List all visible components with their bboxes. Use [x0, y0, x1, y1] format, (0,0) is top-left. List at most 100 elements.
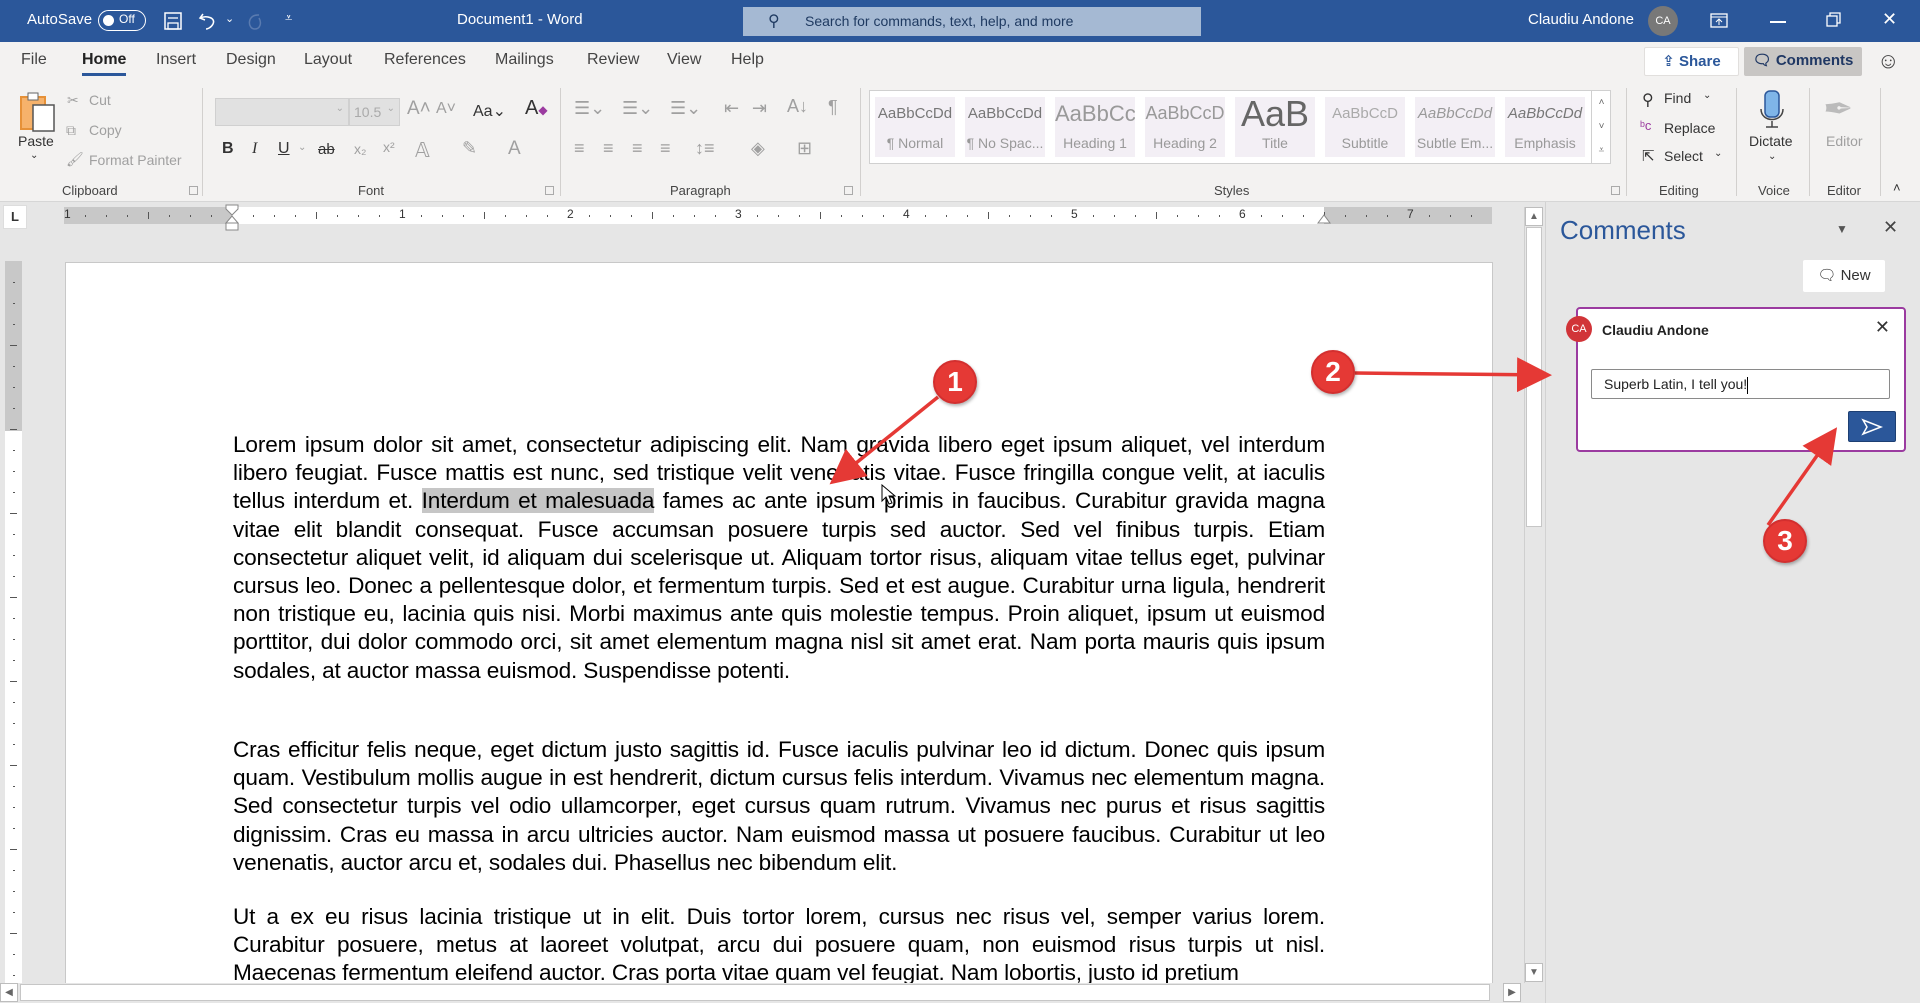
style-title[interactable]: AaB Title [1235, 97, 1315, 157]
paste-dropdown-icon[interactable]: ⌄ [30, 150, 38, 161]
cut-button[interactable]: Cut [89, 92, 111, 108]
comments-button[interactable]: 🗨 Comments [1744, 47, 1862, 76]
style-heading-2[interactable]: AaBbCcD Heading 2 [1145, 97, 1225, 157]
select-button[interactable]: Select [1664, 148, 1703, 164]
feedback-smiley-icon[interactable]: ☺ [1877, 48, 1899, 74]
scroll-down-button[interactable]: ▼ [1525, 963, 1543, 982]
underline-dropdown-icon[interactable]: ⌄ [298, 142, 306, 153]
tab-help[interactable]: Help [731, 51, 764, 69]
style-normal[interactable]: AaBbCcDd ¶ Normal [875, 97, 955, 157]
collapse-ribbon-icon[interactable]: ˄ [1893, 180, 1901, 195]
minimize-icon[interactable] [1770, 21, 1786, 23]
autosave-toggle[interactable]: Off [98, 10, 146, 31]
tab-file[interactable]: File [21, 51, 47, 69]
align-left-icon[interactable]: ≡ [574, 138, 585, 159]
vertical-scrollbar[interactable]: ▲ ▼ [1524, 207, 1543, 983]
tab-selector[interactable]: L [3, 205, 27, 229]
dictate-dropdown-icon[interactable]: ⌄ [1768, 151, 1776, 162]
horizontal-scrollbar[interactable]: ◀ ▶ [0, 983, 1524, 1002]
scroll-down-icon[interactable]: ˅ [1592, 115, 1611, 139]
numbering-icon[interactable]: ☰⌄ [622, 98, 653, 119]
paragraph-3[interactable]: Ut a ex eu risus lacinia tristique ut in… [233, 903, 1325, 983]
scroll-up-button[interactable]: ▲ [1525, 207, 1543, 226]
close-pane-icon[interactable]: ✕ [1883, 217, 1898, 238]
undo-dropdown-icon[interactable]: ⌄ [225, 12, 234, 25]
search-box[interactable]: ⚲ Search for commands, text, help, and m… [743, 7, 1201, 36]
tab-insert[interactable]: Insert [156, 51, 196, 69]
bullets-icon[interactable]: ☰⌄ [574, 98, 605, 119]
paragraph-1[interactable]: Lorem ipsum dolor sit amet, consectetur … [233, 431, 1325, 685]
paste-label[interactable]: Paste [18, 133, 54, 149]
comment-input[interactable]: Superb Latin, I tell you! [1591, 369, 1890, 399]
horizontal-ruler[interactable]: 1 1 2 3 4 5 6 7 [64, 204, 1492, 231]
format-painter-button[interactable]: Format Painter [89, 152, 182, 168]
dictate-button[interactable]: Dictate [1749, 133, 1793, 149]
borders-icon[interactable]: ⊞ [797, 138, 812, 159]
style-emphasis[interactable]: AaBbCcDd Emphasis [1505, 97, 1585, 157]
increase-indent-icon[interactable]: ⇥ [752, 98, 767, 119]
sort-icon[interactable]: A↓ [787, 96, 808, 117]
clipboard-launcher-icon[interactable] [189, 186, 198, 195]
scrollbar-thumb[interactable] [20, 984, 1490, 1001]
strikethrough-icon[interactable]: ab [318, 141, 335, 158]
grow-font-icon[interactable]: A˄ [407, 98, 431, 120]
tab-references[interactable]: References [384, 51, 466, 69]
styles-scroll-controls[interactable]: ˄ ˅ ⩡ [1591, 91, 1611, 163]
ribbon-display-icon[interactable] [1710, 13, 1728, 28]
scroll-up-icon[interactable]: ˄ [1592, 91, 1611, 115]
user-avatar[interactable]: CA [1648, 6, 1678, 36]
justify-icon[interactable]: ≡ [660, 138, 671, 159]
tab-layout[interactable]: Layout [304, 51, 352, 69]
highlight-color-icon[interactable]: ✎ [462, 138, 477, 159]
select-dropdown-icon[interactable]: ⌄ [1714, 148, 1722, 159]
editor-button[interactable]: Editor [1826, 133, 1863, 149]
discard-comment-icon[interactable]: ✕ [1875, 317, 1890, 338]
share-button[interactable]: ⇪ Share [1644, 47, 1739, 76]
selected-text[interactable]: Interdum et malesuada [421, 488, 654, 514]
shading-icon[interactable]: ◈ [751, 138, 765, 159]
underline-icon[interactable]: U [278, 140, 290, 158]
font-name-select[interactable]: ⌄ [215, 98, 349, 126]
change-case-icon[interactable]: Aa⌄ [473, 101, 506, 121]
line-spacing-icon[interactable]: ↕≡ [695, 138, 715, 159]
paste-icon[interactable] [19, 91, 57, 133]
editor-pen-icon[interactable]: ✒ [1823, 88, 1853, 130]
pane-options-icon[interactable]: ▼ [1836, 222, 1848, 236]
customize-qat-icon[interactable]: ⩡ [285, 10, 292, 26]
font-launcher-icon[interactable] [545, 186, 554, 195]
tab-view[interactable]: View [667, 51, 701, 69]
replace-button[interactable]: Replace [1664, 120, 1715, 136]
scroll-right-button[interactable]: ▶ [1503, 983, 1521, 1002]
tab-mailings[interactable]: Mailings [495, 51, 554, 69]
multilevel-list-icon[interactable]: ☰⌄ [670, 98, 701, 119]
new-comment-button[interactable]: 🗨 New [1803, 260, 1885, 292]
align-center-icon[interactable]: ≡ [603, 138, 614, 159]
superscript-icon[interactable]: x² [383, 139, 395, 155]
paragraph-launcher-icon[interactable] [844, 186, 853, 195]
subscript-icon[interactable]: x₂ [354, 141, 366, 157]
undo-icon[interactable] [197, 10, 219, 32]
scroll-left-button[interactable]: ◀ [0, 983, 18, 1002]
style-heading-1[interactable]: AaBbCc Heading 1 [1055, 97, 1135, 157]
style-subtle-emphasis[interactable]: AaBbCcDd Subtle Em... [1415, 97, 1495, 157]
indent-marker-icon[interactable] [225, 204, 239, 232]
restore-icon[interactable] [1826, 12, 1842, 28]
show-formatting-marks-icon[interactable]: ¶ [828, 97, 838, 118]
font-size-select[interactable]: 10.5 ⌄ [349, 98, 400, 126]
copy-button[interactable]: Copy [89, 122, 122, 138]
bold-icon[interactable]: B [222, 140, 234, 158]
tab-design[interactable]: Design [226, 51, 276, 69]
save-icon[interactable] [163, 11, 183, 31]
tab-review[interactable]: Review [587, 51, 639, 69]
document-page[interactable]: Lorem ipsum dolor sit amet, consectetur … [65, 262, 1493, 983]
more-styles-icon[interactable]: ⩡ [1592, 139, 1611, 163]
decrease-indent-icon[interactable]: ⇤ [724, 98, 739, 119]
font-color-icon[interactable]: A [508, 138, 521, 160]
shrink-font-icon[interactable]: A˅ [436, 100, 456, 118]
post-comment-button[interactable] [1848, 411, 1896, 442]
style-no-spacing[interactable]: AaBbCcDd ¶ No Spac... [965, 97, 1045, 157]
text-effects-icon[interactable]: 𝔸 [415, 138, 430, 163]
paragraph-2[interactable]: Cras efficitur felis neque, eget dictum … [233, 736, 1325, 877]
align-right-icon[interactable]: ≡ [632, 138, 643, 159]
clear-formatting-icon[interactable]: A◆ [525, 97, 548, 120]
